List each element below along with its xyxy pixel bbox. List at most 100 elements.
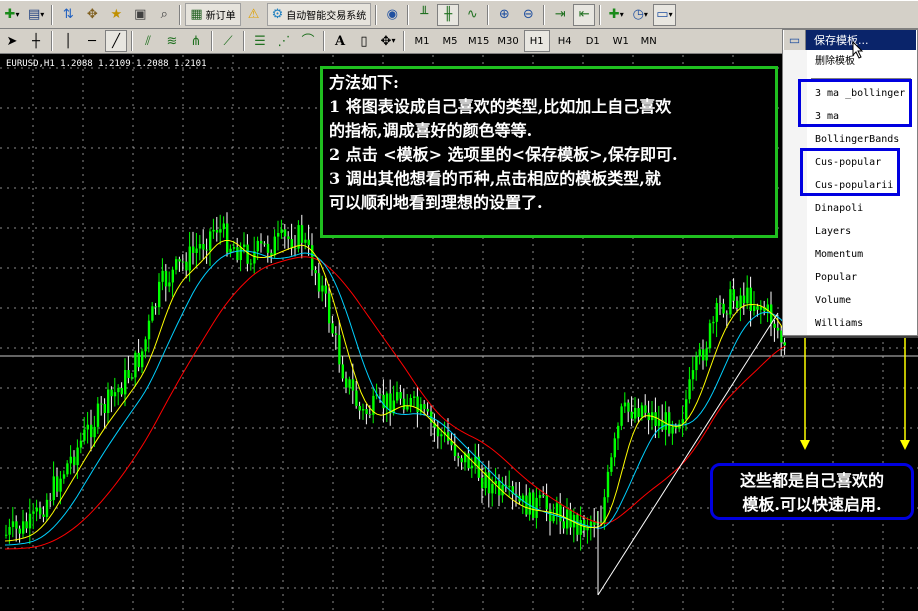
candle-body: [294, 248, 297, 250]
candle-body: [685, 399, 688, 420]
timeframe-d1[interactable]: D1: [580, 30, 606, 52]
candle-body: [705, 348, 708, 361]
strategy-tester-button[interactable]: ⌕: [153, 4, 175, 26]
dropdown-arrow-icon: ▾: [391, 36, 396, 45]
candle-body: [470, 465, 474, 469]
candle-body: [307, 239, 310, 246]
candle-body: [436, 427, 440, 437]
templates-button[interactable]: ▭ ▾: [653, 3, 676, 26]
candle-body: [130, 377, 134, 379]
template-item-popular[interactable]: Popular: [815, 269, 857, 287]
template-item-williams[interactable]: Williams: [815, 315, 863, 333]
timeframe-m30[interactable]: M30: [494, 30, 521, 52]
candle-body: [467, 453, 470, 469]
candle-body: [35, 507, 38, 512]
template-item-layers[interactable]: Layers: [815, 223, 851, 241]
timeframe-w1[interactable]: W1: [608, 30, 634, 52]
candle-body: [76, 447, 79, 466]
candle-body: [691, 370, 695, 380]
terminal-button[interactable]: ▣: [129, 4, 151, 26]
candle-body: [226, 223, 229, 253]
delete-template-item[interactable]: 删除模板: [815, 53, 855, 71]
text-tool-button[interactable]: A: [329, 30, 351, 52]
candle-body: [42, 514, 45, 517]
equidistant-channel-button[interactable]: ⫽: [137, 30, 159, 52]
trendline-button[interactable]: ╱: [105, 30, 127, 52]
profiles-button[interactable]: ▤ ▾: [25, 4, 47, 26]
timeframe-h1[interactable]: H1: [523, 30, 550, 52]
profiles-icon: ▤: [28, 7, 41, 22]
candle-body: [69, 456, 72, 464]
candle-body: [365, 409, 368, 415]
expert-advisors-button[interactable]: ⚙ 自动智能交易系统: [266, 3, 372, 26]
toolbar-separator: [131, 31, 133, 51]
zoom-in-button[interactable]: ⊕: [493, 4, 515, 26]
timeframe-m1[interactable]: M1: [409, 30, 435, 52]
new-order-button[interactable]: ▦ 新订单: [185, 3, 241, 26]
arrows-button[interactable]: ✥ ▾: [377, 30, 399, 52]
template-item-momentum[interactable]: Momentum: [815, 246, 863, 264]
template-item-dinapoli[interactable]: Dinapoli: [815, 200, 863, 218]
candle-body: [321, 285, 324, 292]
candle-body: [426, 408, 429, 412]
autoscroll-button[interactable]: ⇥: [549, 4, 571, 26]
help-button[interactable]: ◉: [381, 4, 403, 26]
candle-body: [124, 370, 127, 395]
line-chart-button[interactable]: ∿: [461, 4, 483, 26]
main-toolbar: ✚ ▾ ▤ ▾ ⇅ ✥ ★ ▣ ⌕ ▦ 新订单 ⚠ ⚙ 自动智能交易系统 ◉ ╨ ╫ ∿…: [0, 0, 918, 29]
candle-body: [181, 261, 185, 263]
navigator-button[interactable]: ✥: [81, 4, 103, 26]
candle-body: [416, 396, 419, 413]
template-item-bollingerbands[interactable]: BollingerBands: [815, 131, 899, 149]
warning-button[interactable]: ⚠: [243, 4, 265, 26]
elliott-wave-button[interactable]: ≋: [161, 30, 183, 52]
new-chart-button[interactable]: ✚ ▾: [1, 4, 23, 26]
candle-body: [256, 240, 259, 252]
toolbar-separator: [599, 4, 602, 25]
candle-body: [634, 408, 637, 419]
timeframe-h4[interactable]: H4: [552, 30, 578, 52]
candle-body: [423, 404, 426, 409]
bar-chart-button[interactable]: ╨: [413, 4, 435, 26]
periods-button[interactable]: ◷ ▾: [629, 4, 651, 26]
andrews-fork-button[interactable]: ⋔: [185, 30, 207, 52]
crosshair-tool-button[interactable]: ┼: [25, 30, 47, 52]
note-line: 的指标,调成喜好的颜色等等.: [329, 121, 533, 140]
template-item-volume[interactable]: Volume: [815, 292, 851, 310]
text-label-button[interactable]: ▯: [353, 30, 375, 52]
indicators-button[interactable]: ✚ ▾: [605, 4, 627, 26]
candle-body: [192, 246, 195, 253]
favorites-button[interactable]: ★: [105, 4, 127, 26]
timeframe-mn[interactable]: MN: [636, 30, 662, 52]
fibo-arcs-icon: ⌒: [301, 33, 315, 49]
candle-body: [695, 356, 698, 371]
horizontal-line-button[interactable]: ─: [81, 30, 103, 52]
cursor-tool-button[interactable]: ➤: [1, 30, 23, 52]
candle-body: [491, 483, 494, 494]
pointer-icon: ➤: [6, 33, 18, 49]
save-template-item[interactable]: ▭ 保存模板...: [784, 30, 916, 50]
arrow-head-right-icon: [900, 440, 910, 450]
candle-body: [640, 405, 644, 417]
fibo-fan-button[interactable]: ⋰: [273, 30, 295, 52]
candle-body: [90, 424, 93, 438]
chart-shift-button[interactable]: ⇤: [573, 3, 596, 26]
gann-fan-button[interactable]: ⟋: [217, 30, 239, 52]
fibo-arcs-button[interactable]: ⌒: [297, 30, 319, 52]
trendline: [597, 312, 779, 596]
candle-body: [28, 513, 32, 529]
candle-chart-button[interactable]: ╫: [437, 3, 460, 26]
timeframe-m15[interactable]: M15: [465, 30, 492, 52]
timeframe-m5[interactable]: M5: [437, 30, 463, 52]
candlestick-icon: ╫: [444, 7, 453, 22]
candle-body: [736, 300, 739, 308]
market-watch-button[interactable]: ⇅: [57, 4, 79, 26]
vertical-line-button[interactable]: │: [57, 30, 79, 52]
zoom-out-button[interactable]: ⊖: [517, 4, 539, 26]
candle-body: [627, 402, 630, 412]
candle-body: [56, 476, 59, 492]
candle-body: [283, 229, 287, 237]
fibo-retracement-button[interactable]: ☰: [249, 30, 271, 52]
candle-body: [773, 323, 776, 328]
toolbar-separator: [323, 31, 325, 51]
